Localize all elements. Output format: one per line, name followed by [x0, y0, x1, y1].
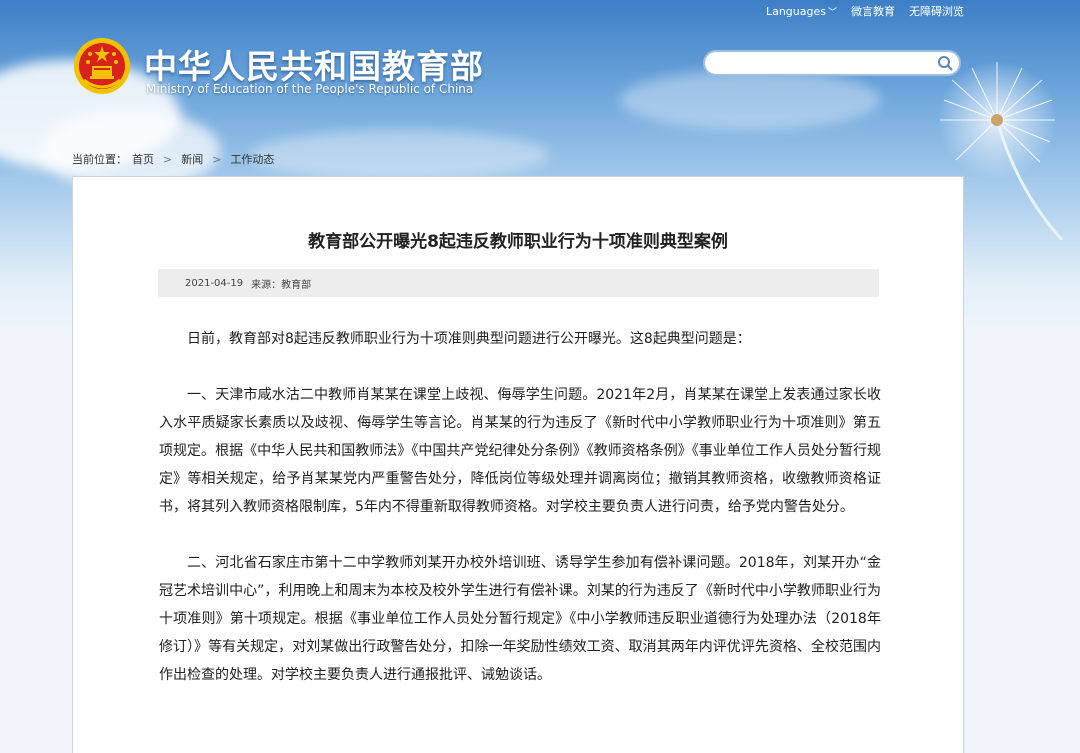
chevron-right-icon: > — [163, 152, 173, 166]
article-paragraph: 一、天津市咸水沽二中教师肖某某在课堂上歧视、侮辱学生问题。2021年2月，肖某某… — [159, 387, 881, 515]
search-box — [703, 50, 961, 76]
languages-label: Languages — [765, 4, 826, 18]
article-body: 日前，教育部对8起违反教师职业行为十项准则典型问题进行公开曝光。这8起典型问题是… — [159, 325, 881, 717]
article-meta: 2021-04-19 来源：教育部 — [158, 269, 879, 297]
article-date: 2021-04-19 — [185, 277, 244, 289]
chevron-down-icon: ﹀ — [827, 7, 837, 18]
article-paragraph: 二、河北省石家庄市第十二中学教师刘某开办校外培训班、诱导学生参加有偿补课问题。2… — [159, 555, 881, 683]
accessibility-link[interactable]: 无障碍浏览 — [909, 3, 964, 19]
wechat-link[interactable]: 微言教育 — [851, 3, 895, 19]
search-input[interactable] — [715, 55, 929, 73]
breadcrumb: 当前位置： 首页 > 新闻 > 工作动态 — [72, 151, 274, 167]
search-icon[interactable] — [937, 55, 953, 71]
chevron-right-icon: > — [212, 152, 222, 166]
cloud-decoration — [620, 70, 880, 130]
article-paragraph: 日前，教育部对8起违反教师职业行为十项准则典型问题进行公开曝光。这8起典型问题是… — [187, 331, 751, 347]
national-emblem-icon[interactable] — [72, 36, 132, 96]
site-subtitle: Ministry of Education of the People's Re… — [146, 82, 474, 96]
site-title[interactable]: 中华人民共和国教育部 — [144, 40, 484, 88]
breadcrumb-work-updates[interactable]: 工作动态 — [230, 151, 274, 167]
breadcrumb-home[interactable]: 首页 — [132, 151, 154, 167]
top-links: Languages ﹀ 微言教育 无障碍浏览 — [766, 3, 964, 19]
article-card: 教育部公开曝光8起违反教师职业行为十项准则典型案例 2021-04-19 来源：… — [72, 176, 964, 753]
article-source: 来源：教育部 — [251, 279, 312, 291]
cloud-decoration — [250, 130, 550, 180]
article-title: 教育部公开曝光8起违反教师职业行为十项准则典型案例 — [308, 232, 728, 252]
breadcrumb-prefix: 当前位置： — [72, 153, 127, 166]
languages-link[interactable]: Languages ﹀ — [766, 5, 837, 18]
breadcrumb-news[interactable]: 新闻 — [181, 151, 203, 167]
